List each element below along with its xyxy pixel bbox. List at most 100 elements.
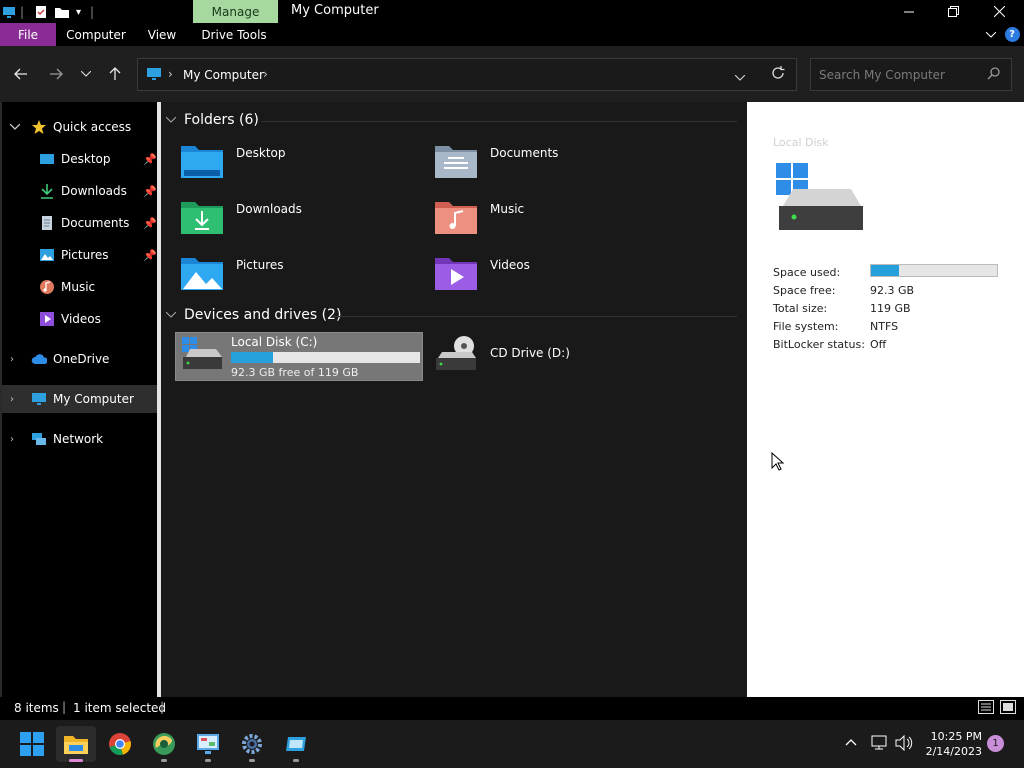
document-icon	[39, 215, 55, 231]
tab-file[interactable]: File	[0, 23, 56, 46]
group-header-folders[interactable]: Folders (6)	[165, 109, 259, 131]
sidebar-item-desktop[interactable]: Desktop 📌	[2, 145, 157, 173]
running-indicator	[161, 759, 167, 762]
clock-time: 10:25 PM	[930, 730, 982, 743]
drive-large-icon	[776, 163, 863, 230]
tab-view[interactable]: View	[142, 23, 182, 46]
address-bar[interactable]: › My Computer ›	[137, 58, 797, 91]
drive-local-disk-c[interactable]: Local Disk (C:) 92.3 GB free of 119 GB	[175, 332, 423, 381]
network-status-icon[interactable]	[871, 735, 889, 755]
breadcrumb-chevron-icon[interactable]: ›	[263, 67, 268, 81]
pin-icon[interactable]: 📌	[143, 153, 157, 166]
folder-desktop[interactable]: Desktop	[180, 140, 420, 190]
sidebar-item-network[interactable]: › Network	[2, 425, 157, 453]
folder-downloads[interactable]: Downloads	[180, 196, 420, 246]
folder-videos[interactable]: Videos	[434, 252, 674, 302]
drive-cd-d[interactable]: CD Drive (D:)	[434, 332, 674, 382]
running-indicator	[293, 759, 299, 762]
sidebar-item-music[interactable]: Music	[2, 273, 157, 301]
refresh-icon[interactable]	[771, 66, 785, 83]
ribbon-tabs: File Computer View Drive Tools ?	[0, 23, 1024, 46]
search-icon[interactable]	[987, 67, 1000, 83]
collapsed-chevron-icon[interactable]: ›	[10, 394, 14, 405]
music-icon	[39, 279, 55, 295]
details-total-size-value: 119 GB	[870, 302, 911, 315]
breadcrumb-my-computer[interactable]: My Computer	[183, 68, 264, 82]
start-button[interactable]	[12, 726, 52, 762]
expanded-chevron-icon[interactable]	[9, 122, 21, 133]
group-chevron-icon	[165, 310, 177, 321]
search-input[interactable]: Search My Computer	[810, 58, 1012, 91]
group-header-devices[interactable]: Devices and drives (2)	[165, 304, 341, 326]
computer-icon	[31, 391, 47, 407]
folder-documents[interactable]: Documents	[434, 140, 674, 190]
details-view-icon[interactable]	[978, 700, 994, 717]
separator: |	[160, 700, 165, 714]
running-indicator	[249, 759, 255, 762]
sidebar-item-onedrive[interactable]: › OneDrive	[2, 345, 157, 373]
manage-tab[interactable]: Manage	[193, 0, 278, 23]
folder-music[interactable]: Music	[434, 196, 674, 246]
edge-dev-icon	[153, 733, 175, 755]
folder-pictures[interactable]: Pictures	[180, 252, 420, 302]
volume-icon[interactable]	[895, 734, 913, 755]
taskbar-remote-app[interactable]	[276, 726, 316, 762]
recent-locations-button[interactable]	[74, 64, 98, 84]
music-folder-icon	[435, 202, 477, 234]
status-item-count: 8 items	[14, 701, 59, 715]
taskbar-chrome[interactable]	[100, 726, 140, 762]
forward-button[interactable]	[44, 64, 68, 84]
close-button[interactable]	[976, 0, 1022, 23]
details-usage-fill	[871, 265, 899, 276]
tab-drive-tools[interactable]: Drive Tools	[200, 23, 268, 46]
up-button[interactable]	[103, 64, 127, 84]
star-icon	[31, 119, 47, 135]
taskbar-file-explorer[interactable]	[56, 726, 96, 762]
taskbar-control-panel[interactable]	[188, 726, 228, 762]
new-folder-icon[interactable]	[54, 3, 70, 21]
sidebar-item-documents[interactable]: Documents 📌	[2, 209, 157, 237]
customize-toolbar-icon[interactable]: ▾	[76, 3, 81, 21]
pin-icon[interactable]: 📌	[143, 249, 157, 262]
address-dropdown-icon[interactable]	[734, 70, 746, 84]
tab-computer[interactable]: Computer	[62, 23, 130, 46]
details-total-size-label: Total size:	[773, 302, 828, 315]
minimize-button[interactable]	[886, 0, 932, 23]
remote-desktop-icon	[286, 737, 306, 751]
sidebar-item-quick-access[interactable]: Quick access	[2, 113, 157, 141]
drive-c-usage-fill	[231, 352, 273, 363]
videos-icon	[39, 311, 55, 327]
desktop-icon	[39, 151, 55, 167]
details-space-used-label: Space used:	[773, 266, 841, 279]
pin-icon[interactable]: 📌	[143, 217, 157, 230]
separator: |	[62, 700, 67, 714]
videos-folder-icon	[435, 258, 477, 290]
show-hidden-icons-icon[interactable]	[845, 734, 857, 750]
large-icons-view-icon[interactable]	[1000, 700, 1016, 717]
notification-badge[interactable]: 1	[987, 735, 1004, 752]
taskbar-edge-dev[interactable]	[144, 726, 184, 762]
status-selection: 1 item selected	[73, 701, 167, 715]
app-icon[interactable]	[2, 3, 16, 21]
search-placeholder: Search My Computer	[819, 68, 945, 82]
sidebar-item-downloads[interactable]: Downloads 📌	[2, 177, 157, 205]
sidebar-item-my-computer[interactable]: › My Computer	[2, 385, 157, 413]
documents-folder-icon	[435, 146, 477, 178]
pictures-icon	[39, 247, 55, 263]
system-clock[interactable]: 10:25 PM 2/14/2023	[920, 729, 982, 759]
sidebar-item-pictures[interactable]: Pictures 📌	[2, 241, 157, 269]
properties-icon[interactable]	[34, 3, 48, 21]
taskbar-settings[interactable]	[232, 726, 272, 762]
navigation-bar: › My Computer › Search My Computer	[0, 46, 1024, 102]
collapsed-chevron-icon[interactable]: ›	[10, 434, 14, 445]
help-icon[interactable]: ?	[1004, 23, 1020, 46]
separator: |	[20, 5, 25, 19]
desktop-folder-icon	[181, 146, 223, 178]
pin-icon[interactable]: 📌	[143, 185, 157, 198]
sidebar-item-videos[interactable]: Videos	[2, 305, 157, 333]
collapsed-chevron-icon[interactable]: ›	[10, 354, 14, 365]
restore-button[interactable]	[930, 0, 976, 23]
expand-ribbon-icon[interactable]	[982, 23, 1000, 46]
window-title: My Computer	[291, 3, 379, 18]
back-button[interactable]	[9, 64, 33, 84]
